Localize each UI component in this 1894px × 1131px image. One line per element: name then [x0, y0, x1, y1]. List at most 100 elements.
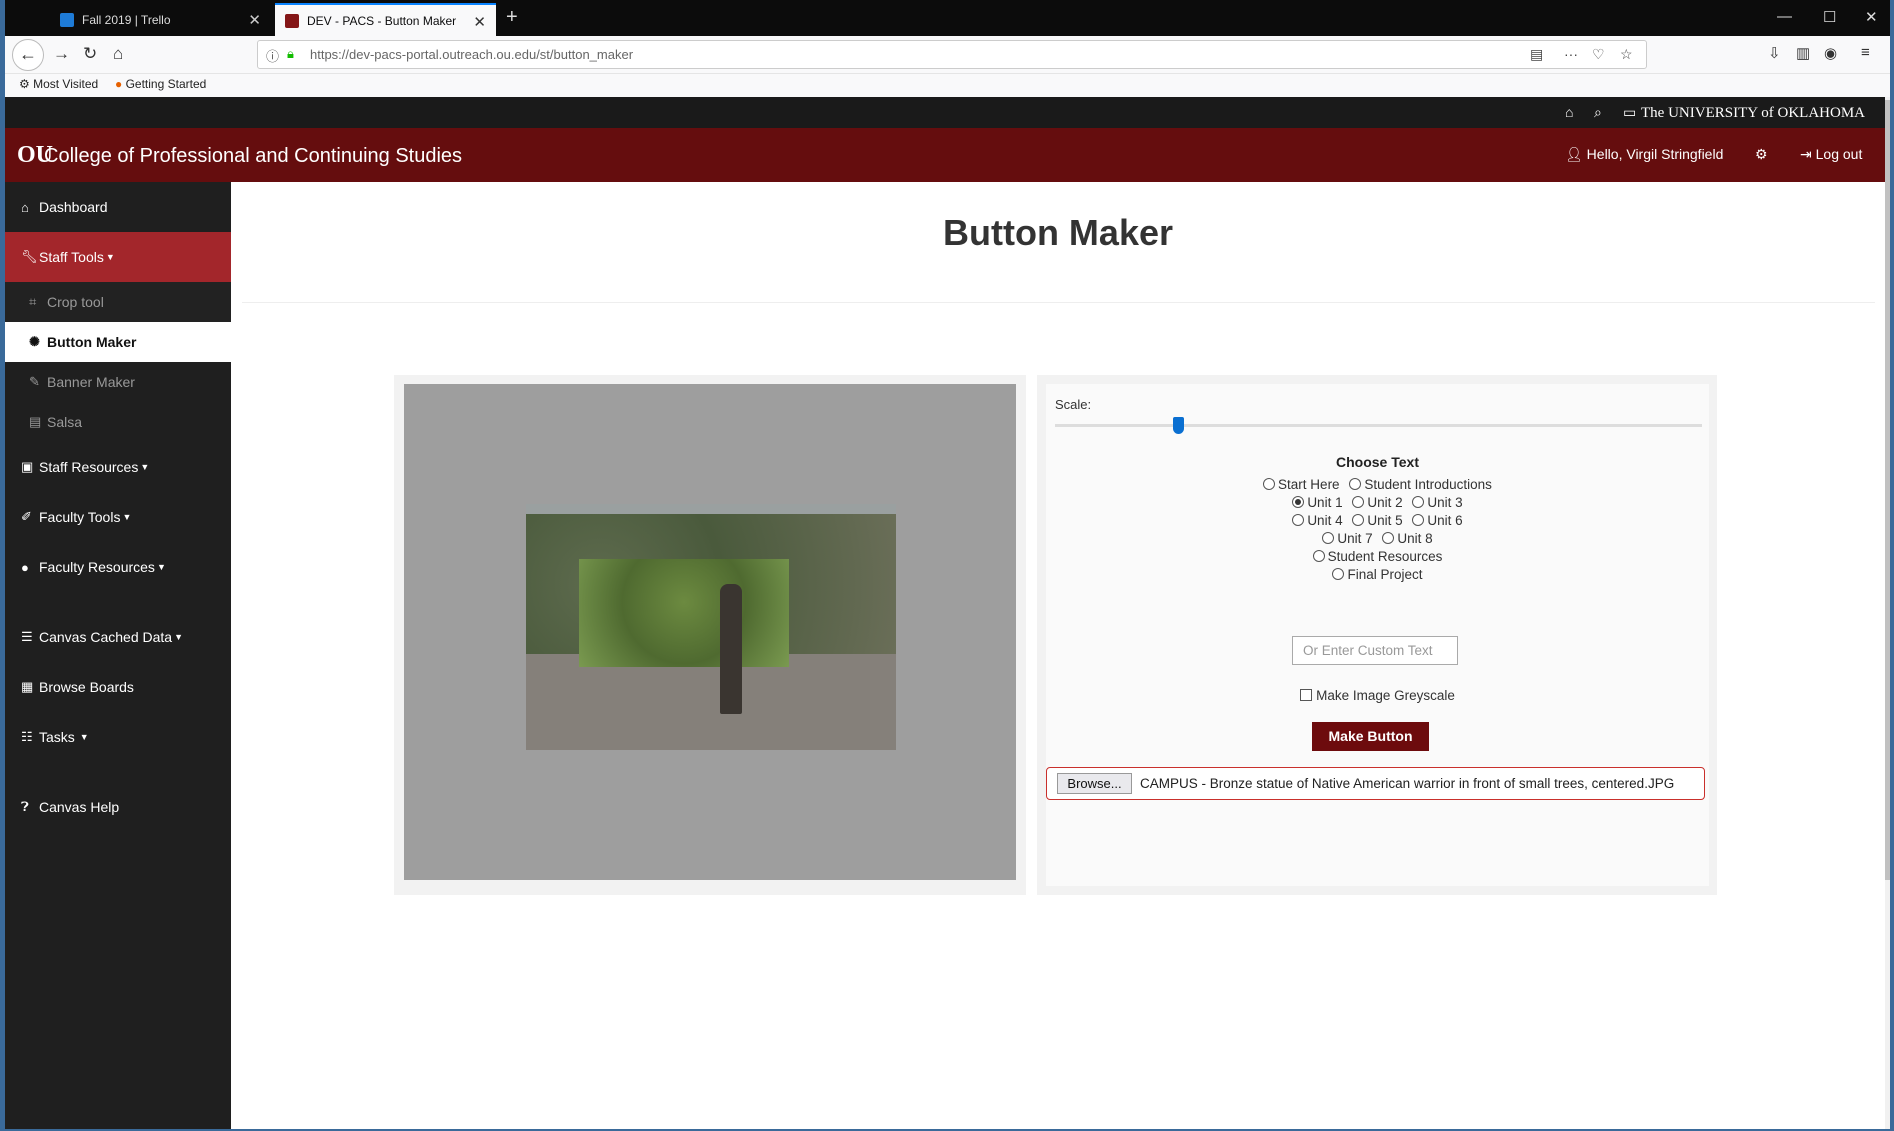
question-icon: ❓︎	[21, 799, 29, 814]
brush-icon: ✐	[21, 509, 32, 524]
radio-student-resources[interactable]: Student Resources	[1312, 549, 1442, 564]
choose-text-heading: Choose Text	[1336, 454, 1419, 470]
radio-unit-7[interactable]: Unit 7	[1322, 531, 1378, 546]
radio-button[interactable]	[1382, 532, 1395, 544]
new-tab-icon[interactable]: +	[506, 6, 518, 29]
library-icon[interactable]: ⇩	[1768, 44, 1781, 62]
reader-view-icon[interactable]: ▤	[1530, 46, 1543, 63]
radio-unit-6[interactable]: Unit 6	[1412, 513, 1463, 528]
sidebar-item-browse-boards[interactable]: ▦ Browse Boards	[5, 662, 231, 712]
page-scrollbar-thumb[interactable]	[1885, 100, 1890, 880]
radio-final-project[interactable]: Final Project	[1332, 567, 1423, 582]
crop-canvas[interactable]	[404, 384, 1016, 880]
close-tab-icon[interactable]: ✕	[473, 13, 486, 31]
radio-unit-1[interactable]: Unit 1	[1292, 495, 1348, 510]
file-input[interactable]: Browse... CAMPUS - Bronze statue of Nati…	[1046, 767, 1705, 800]
radio-unit-8[interactable]: Unit 8	[1382, 531, 1433, 546]
caret-down-icon: ▼	[122, 512, 132, 522]
sidebar-item-banner-maker[interactable]: ✎ Banner Maker	[5, 362, 231, 402]
sidebar-item-dashboard[interactable]: ⌂ Dashboard	[5, 182, 231, 232]
menu-icon[interactable]: ≡	[1861, 44, 1870, 61]
reload-icon[interactable]: ↻	[83, 44, 97, 64]
tab-trello[interactable]: Fall 2019 | Trello ✕	[50, 3, 271, 36]
search-icon[interactable]: ⌕	[1594, 104, 1602, 121]
radio-row: Final Project	[1046, 567, 1709, 582]
sidebar-item-faculty-tools[interactable]: ✐ Faculty Tools ▼	[5, 492, 231, 542]
page-actions-icon[interactable]: ···	[1564, 46, 1578, 62]
edit-icon: ✎	[29, 374, 40, 389]
radio-button[interactable]	[1352, 514, 1365, 526]
close-tab-icon[interactable]: ✕	[248, 11, 261, 29]
radio-button[interactable]	[1412, 496, 1425, 508]
radio-button[interactable]	[1352, 496, 1365, 508]
sidebar-item-salsa[interactable]: ▤ Salsa	[5, 402, 231, 442]
browse-button[interactable]: Browse...	[1057, 773, 1132, 794]
gear-icon[interactable]: ⚙	[1755, 146, 1768, 163]
sidebar-item-faculty-resources[interactable]: ● Faculty Resources ▼	[5, 542, 231, 592]
radio-button[interactable]	[1349, 478, 1362, 490]
user-icon: 👤︎	[1565, 146, 1583, 162]
crop-selection[interactable]	[579, 559, 789, 667]
photo-ground	[526, 654, 896, 750]
url-bar[interactable]: ⓘ 🔒︎ https://dev-pacs-portal.outreach.ou…	[257, 40, 1647, 69]
pocket-icon[interactable]: ♡	[1592, 46, 1605, 63]
bookmark-most-visited[interactable]: ⚙︎ Most Visited	[19, 77, 98, 91]
scale-slider-thumb[interactable]	[1173, 417, 1184, 434]
radio-row: Student Resources	[1046, 549, 1709, 564]
radio-row: Unit 1 Unit 2 Unit 3	[1046, 495, 1709, 510]
scale-slider-track[interactable]	[1055, 424, 1702, 427]
radio-unit-2[interactable]: Unit 2	[1352, 495, 1408, 510]
radio-button[interactable]	[1322, 532, 1335, 544]
bookmark-star-icon[interactable]: ☆	[1620, 46, 1633, 63]
tab-button-maker[interactable]: DEV - PACS - Button Maker ✕	[275, 3, 496, 36]
radio-button[interactable]	[1292, 514, 1305, 526]
options-form: Scale: Choose Text Start Here Student In…	[1046, 384, 1709, 886]
greyscale-checkbox[interactable]	[1300, 689, 1313, 701]
chat-icon[interactable]: ▭	[1623, 104, 1636, 121]
sidebar-item-tasks[interactable]: ☷ Tasks ▼	[5, 712, 231, 762]
back-icon[interactable]: ←	[12, 39, 44, 71]
sidebar-item-staff-tools[interactable]: 🔧︎ Staff Tools ▼	[5, 232, 231, 282]
radio-start-here[interactable]: Start Here	[1263, 477, 1346, 492]
url-text[interactable]: https://dev-pacs-portal.outreach.ou.edu/…	[310, 47, 633, 62]
home-icon[interactable]: ⌂	[1565, 104, 1573, 120]
tab-title: DEV - PACS - Button Maker	[307, 13, 457, 28]
sidebar-item-crop-tool[interactable]: ⌗ Crop tool	[5, 282, 231, 322]
crop-icon: ⌗	[29, 294, 37, 309]
make-button-button[interactable]: Make Button	[1312, 722, 1429, 751]
radio-button[interactable]	[1312, 550, 1325, 562]
caret-down-icon: ▼	[105, 252, 115, 262]
bookmark-getting-started[interactable]: ● Getting Started	[115, 77, 206, 91]
radio-unit-4[interactable]: Unit 4	[1292, 513, 1348, 528]
university-logo[interactable]: The UNIVERSITY of OKLAHOMA	[1641, 105, 1865, 122]
radio-unit-3[interactable]: Unit 3	[1412, 495, 1463, 510]
home-icon[interactable]: ⌂	[113, 44, 123, 64]
preview-panel	[394, 375, 1026, 895]
caret-down-icon: ▼	[79, 732, 89, 742]
site-title[interactable]: College of Professional and Continuing S…	[44, 145, 462, 168]
logout-icon: ⇥	[1800, 146, 1812, 162]
sidebar-item-button-maker[interactable]: ✺ Button Maker	[5, 322, 231, 362]
radio-button[interactable]	[1263, 478, 1276, 490]
info-icon[interactable]: ⓘ	[266, 46, 279, 65]
close-window-icon[interactable]: ✕	[1865, 8, 1878, 26]
radio-student-introductions[interactable]: Student Introductions	[1349, 477, 1492, 492]
radio-button-checked[interactable]	[1292, 496, 1305, 508]
logout-link[interactable]: ⇥ Log out	[1800, 146, 1862, 163]
minimize-icon[interactable]: —	[1777, 8, 1792, 25]
radio-button[interactable]	[1412, 514, 1425, 526]
selected-file-name: CAMPUS - Bronze statue of Native America…	[1140, 776, 1675, 791]
sidebar-item-canvas-help[interactable]: ❓︎ Canvas Help	[5, 782, 231, 832]
radio-unit-5[interactable]: Unit 5	[1352, 513, 1408, 528]
forward-icon[interactable]: →	[53, 44, 70, 64]
sidebar-item-staff-resources[interactable]: ▣ Staff Resources ▼	[5, 442, 231, 492]
sidebar-toggle-icon[interactable]: ▥	[1796, 44, 1810, 62]
options-panel: Scale: Choose Text Start Here Student In…	[1037, 375, 1717, 895]
user-greeting[interactable]: 👤︎ Hello, Virgil Stringfield	[1565, 146, 1723, 163]
custom-text-input[interactable]: Or Enter Custom Text	[1292, 636, 1458, 665]
maximize-icon[interactable]: ☐	[1823, 8, 1836, 26]
radio-button[interactable]	[1332, 568, 1345, 580]
greyscale-option[interactable]: Make Image Greyscale	[1046, 688, 1709, 703]
sidebar-item-canvas-cached-data[interactable]: ☰ Canvas Cached Data ▼	[5, 612, 231, 662]
account-icon[interactable]: ◉	[1824, 44, 1837, 62]
